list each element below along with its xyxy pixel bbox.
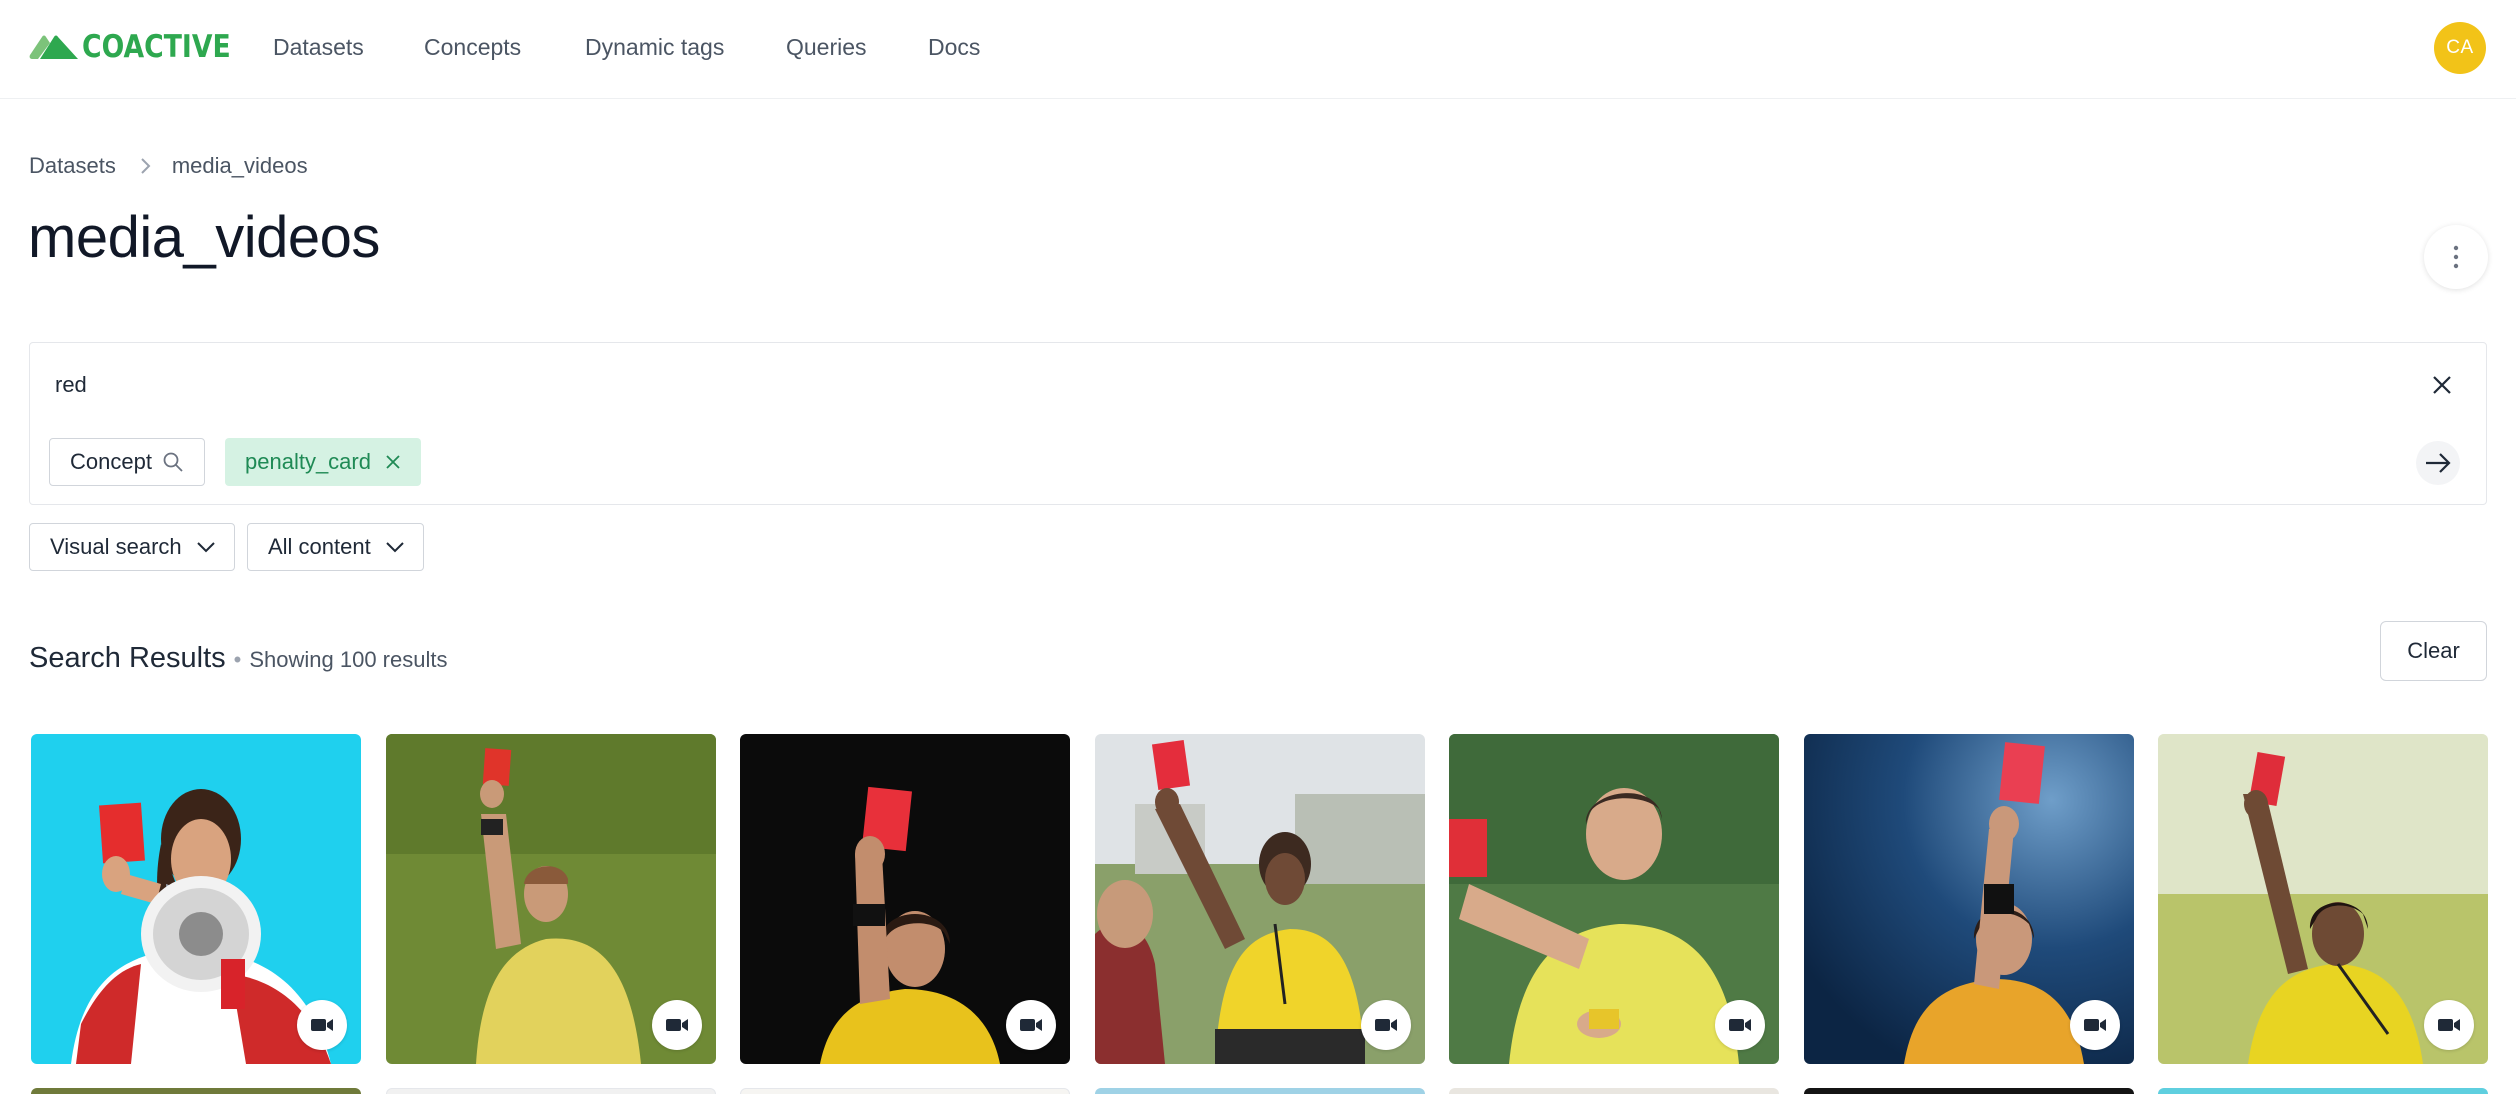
page-title: media_videos	[28, 205, 380, 270]
result-tile-partial[interactable]	[31, 1088, 361, 1094]
more-vertical-icon	[2453, 245, 2459, 269]
chevron-down-icon	[386, 542, 404, 553]
content-type-select[interactable]: All content	[247, 523, 424, 571]
result-tile[interactable]	[1095, 734, 1425, 1064]
results-header: Search Results • Showing 100 results	[29, 642, 447, 675]
video-badge	[1006, 1000, 1056, 1050]
result-tile-partial[interactable]	[740, 1088, 1070, 1094]
video-badge	[2070, 1000, 2120, 1050]
more-options-button[interactable]	[2424, 225, 2488, 289]
top-navigation: COACTIVE Datasets Concepts Dynamic tags …	[0, 0, 2516, 99]
search-input[interactable]	[55, 365, 2355, 405]
result-tile-partial[interactable]	[2158, 1088, 2488, 1094]
results-separator: •	[233, 647, 242, 672]
video-badge	[297, 1000, 347, 1050]
clear-results-button[interactable]: Clear	[2380, 621, 2487, 681]
concept-chip: penalty_card	[225, 438, 421, 486]
result-tile-partial[interactable]	[386, 1088, 716, 1094]
remove-chip-button[interactable]	[385, 454, 401, 470]
results-title: Search Results	[29, 642, 226, 674]
result-tile-partial[interactable]	[1804, 1088, 2134, 1094]
nav-concepts[interactable]: Concepts	[424, 34, 521, 61]
nav-docs[interactable]: Docs	[928, 34, 980, 61]
search-panel: Concept penalty_card	[29, 342, 2487, 505]
video-camera-icon	[1020, 1019, 1042, 1031]
video-badge	[2424, 1000, 2474, 1050]
chevron-right-icon	[141, 158, 151, 174]
breadcrumb-datasets[interactable]: Datasets	[29, 153, 116, 179]
clear-search-button[interactable]	[2426, 369, 2458, 401]
concept-filter-button[interactable]: Concept	[49, 438, 205, 486]
video-camera-icon	[311, 1019, 333, 1031]
video-camera-icon	[1729, 1019, 1751, 1031]
video-badge	[1715, 1000, 1765, 1050]
close-icon	[2433, 376, 2451, 394]
brand-name: COACTIVE	[82, 29, 231, 65]
result-tile-partial[interactable]	[1095, 1088, 1425, 1094]
result-tile[interactable]	[1449, 734, 1779, 1064]
video-camera-icon	[2084, 1019, 2106, 1031]
result-tile[interactable]	[1804, 734, 2134, 1064]
submit-search-button[interactable]	[2416, 441, 2460, 485]
video-camera-icon	[1375, 1019, 1397, 1031]
result-tile[interactable]	[31, 734, 361, 1064]
concept-filter-label: Concept	[70, 449, 152, 474]
result-tile[interactable]	[2158, 734, 2488, 1064]
search-mode-select[interactable]: Visual search	[29, 523, 235, 571]
result-tile[interactable]	[740, 734, 1070, 1064]
result-tile[interactable]	[386, 734, 716, 1064]
coactive-logo[interactable]: COACTIVE	[28, 29, 255, 65]
nav-queries[interactable]: Queries	[786, 34, 867, 61]
video-badge	[652, 1000, 702, 1050]
nav-dynamic-tags[interactable]: Dynamic tags	[585, 34, 724, 61]
search-icon	[163, 452, 183, 472]
content-type-value: All content	[268, 534, 371, 559]
result-tile-partial[interactable]	[1449, 1088, 1779, 1094]
breadcrumb-current: media_videos	[171, 153, 308, 178]
results-count: Showing 100 results	[249, 647, 448, 672]
close-icon	[386, 455, 400, 469]
arrow-right-icon	[2426, 453, 2451, 473]
user-avatar[interactable]: CA	[2434, 22, 2486, 74]
nav-datasets[interactable]: Datasets	[273, 34, 364, 61]
coactive-logo-mark	[29, 35, 78, 59]
video-camera-icon	[666, 1019, 688, 1031]
video-camera-icon	[2438, 1019, 2460, 1031]
breadcrumb: Datasets media_videos	[29, 153, 308, 179]
search-mode-value: Visual search	[50, 534, 182, 559]
chevron-down-icon	[196, 542, 215, 553]
video-badge	[1361, 1000, 1411, 1050]
concept-chip-label: penalty_card	[245, 449, 371, 474]
